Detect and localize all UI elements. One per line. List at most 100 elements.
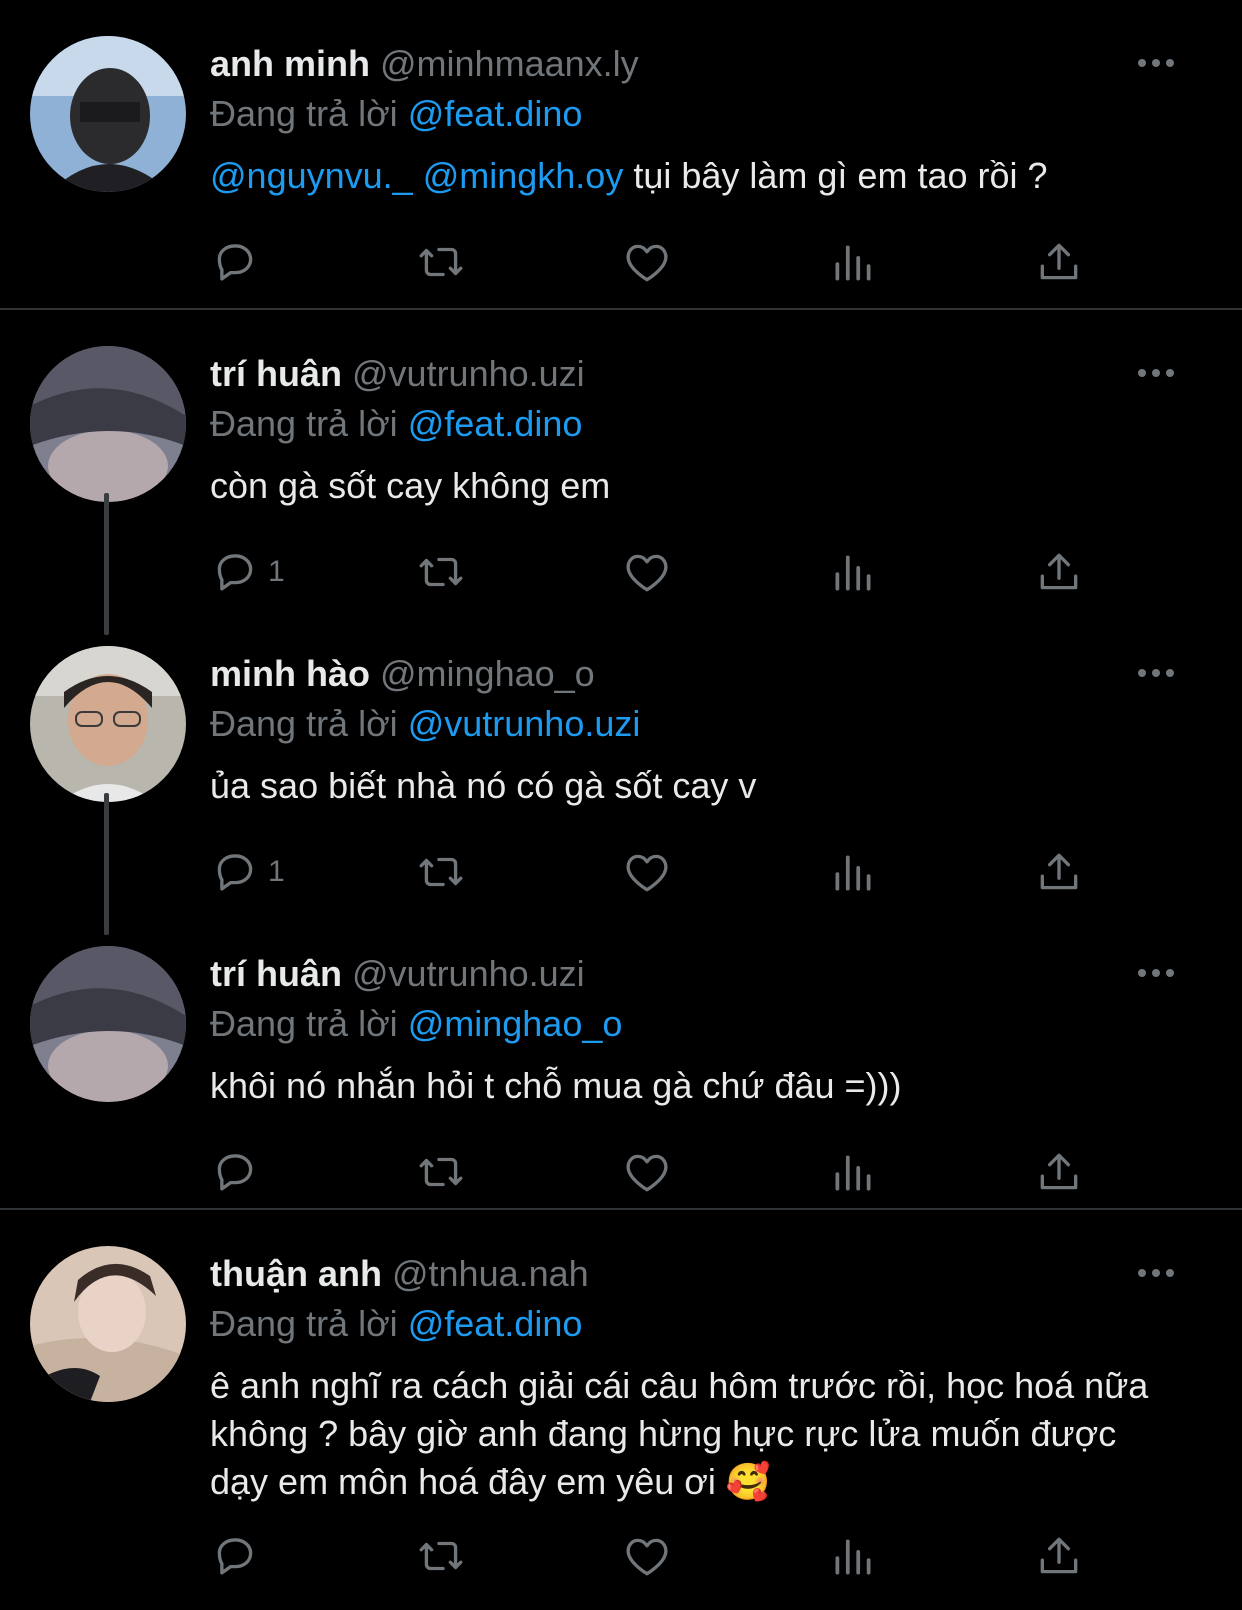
reply-button[interactable]: 1 xyxy=(210,546,285,598)
username[interactable]: @tnhua.nah xyxy=(392,1253,589,1294)
retweet-button[interactable] xyxy=(416,846,466,898)
tweet-header: trí huân @vutrunho.uzi xyxy=(210,952,585,996)
like-button[interactable] xyxy=(622,1146,672,1198)
tweet-header: minh hào @minghao_o xyxy=(210,652,595,696)
reply-to-mention[interactable]: @minghao_o xyxy=(408,1003,623,1044)
share-icon xyxy=(1040,1153,1078,1190)
tweet[interactable]: minh hào @minghao_o Đang trả lời @vutrunh… xyxy=(0,610,1242,910)
retweet-icon xyxy=(419,247,463,277)
replying-to: Đang trả lời @vutrunho.uzi xyxy=(210,702,640,746)
views-icon xyxy=(835,1155,871,1191)
tweet-body: ê anh nghĩ ra cách giải cái câu hôm trướ… xyxy=(210,1365,1149,1502)
display-name[interactable]: trí huân xyxy=(210,353,342,394)
reply-icon xyxy=(217,1538,253,1575)
reply-count: 1 xyxy=(268,555,285,588)
tweet-text: ê anh nghĩ ra cách giải cái câu hôm trướ… xyxy=(210,1362,1150,1506)
mention-link[interactable]: @mingkh.oy xyxy=(423,155,624,196)
retweet-button[interactable] xyxy=(416,1530,466,1582)
retweet-button[interactable] xyxy=(416,1146,466,1198)
tweet[interactable]: trí huân @vutrunho.uzi Đang trả lời @ming… xyxy=(0,910,1242,1210)
more-icon[interactable] xyxy=(1136,658,1176,688)
reply-feed: anh minh @minhmaanx.ly Đang trả lời @feat… xyxy=(0,0,1242,1610)
share-button[interactable] xyxy=(1034,1146,1084,1198)
more-icon[interactable] xyxy=(1136,358,1176,388)
share-icon xyxy=(1040,243,1078,280)
views-button[interactable] xyxy=(828,846,878,898)
replying-to: Đang trả lời @feat.dino xyxy=(210,92,582,136)
avatar[interactable] xyxy=(30,36,186,192)
display-name[interactable]: minh hào xyxy=(210,653,370,694)
share-button[interactable] xyxy=(1034,1530,1084,1582)
reply-to-mention[interactable]: @feat.dino xyxy=(408,403,583,444)
retweet-icon xyxy=(419,857,463,887)
reply-to-mention[interactable]: @vutrunho.uzi xyxy=(408,703,641,744)
display-name[interactable]: trí huân xyxy=(210,953,342,994)
share-button[interactable] xyxy=(1034,846,1084,898)
avatar[interactable] xyxy=(30,346,186,502)
more-icon[interactable] xyxy=(1136,1258,1176,1288)
retweet-button[interactable] xyxy=(416,546,466,598)
reply-prefix: Đang trả lời xyxy=(210,1003,398,1044)
tweet-body: còn gà sốt cay không em xyxy=(210,465,611,506)
tweet[interactable]: trí huân @vutrunho.uzi Đang trả lời @feat… xyxy=(0,310,1242,610)
tweet-text: @nguynvu._ @mingkh.oy tụi bây làm gì em … xyxy=(210,152,1150,200)
username[interactable]: @minghao_o xyxy=(380,653,595,694)
share-button[interactable] xyxy=(1034,546,1084,598)
tweet[interactable]: thuận anh @tnhua.nah Đang trả lời @feat.d… xyxy=(0,1210,1242,1610)
views-button[interactable] xyxy=(828,1530,878,1582)
replying-to: Đang trả lời @feat.dino xyxy=(210,1302,582,1346)
heart-icon xyxy=(626,244,668,282)
action-bar xyxy=(210,1530,1090,1586)
tweet-body: khôi nó nhắn hỏi t chỗ mua gà chứ đâu =)… xyxy=(210,1065,902,1106)
share-icon xyxy=(1040,553,1078,590)
retweet-button[interactable] xyxy=(416,236,466,288)
tweet-text: khôi nó nhắn hỏi t chỗ mua gà chứ đâu =)… xyxy=(210,1062,1150,1110)
reply-prefix: Đang trả lời xyxy=(210,1303,398,1344)
like-button[interactable] xyxy=(622,546,672,598)
views-button[interactable] xyxy=(828,1146,878,1198)
heart-icon xyxy=(626,554,668,592)
reply-button[interactable] xyxy=(210,1530,268,1582)
more-icon[interactable] xyxy=(1136,48,1176,78)
mention-link[interactable]: @nguynvu._ xyxy=(210,155,413,196)
reply-button[interactable]: 1 xyxy=(210,846,285,898)
action-bar: 1 xyxy=(210,846,1090,902)
avatar[interactable] xyxy=(30,1246,186,1402)
reply-button[interactable] xyxy=(210,1146,268,1198)
share-button[interactable] xyxy=(1034,236,1084,288)
action-bar xyxy=(210,236,1090,292)
reply-icon xyxy=(217,244,253,281)
username[interactable]: @vutrunho.uzi xyxy=(352,953,585,994)
heart-icon xyxy=(626,1154,668,1192)
like-button[interactable] xyxy=(622,846,672,898)
username[interactable]: @vutrunho.uzi xyxy=(352,353,585,394)
views-button[interactable] xyxy=(828,236,878,288)
views-icon xyxy=(835,1539,871,1575)
views-button[interactable] xyxy=(828,546,878,598)
tweet-header: trí huân @vutrunho.uzi xyxy=(210,352,585,396)
share-icon xyxy=(1040,853,1078,890)
reply-to-mention[interactable]: @feat.dino xyxy=(408,1303,583,1344)
tweet[interactable]: anh minh @minhmaanx.ly Đang trả lời @feat… xyxy=(0,0,1242,310)
more-icon[interactable] xyxy=(1136,958,1176,988)
views-icon xyxy=(835,855,871,891)
like-button[interactable] xyxy=(622,236,672,288)
avatar[interactable] xyxy=(30,946,186,1102)
action-bar: 1 xyxy=(210,546,1090,602)
reply-button[interactable] xyxy=(210,236,268,288)
tweet-body: tụi bây làm gì em tao rồi ? xyxy=(623,155,1048,196)
reply-to-mention[interactable]: @feat.dino xyxy=(408,93,583,134)
username[interactable]: @minhmaanx.ly xyxy=(380,43,639,84)
views-icon xyxy=(835,245,871,281)
like-button[interactable] xyxy=(622,1530,672,1582)
replying-to: Đang trả lời @minghao_o xyxy=(210,1002,622,1046)
avatar[interactable] xyxy=(30,646,186,802)
views-icon xyxy=(835,555,871,591)
retweet-icon xyxy=(419,1157,463,1187)
tweet-text: ủa sao biết nhà nó có gà sốt cay v xyxy=(210,762,1150,810)
retweet-icon xyxy=(419,557,463,587)
tweet-header: anh minh @minhmaanx.ly xyxy=(210,42,639,86)
display-name[interactable]: anh minh xyxy=(210,43,370,84)
retweet-icon xyxy=(419,1541,463,1571)
display-name[interactable]: thuận anh xyxy=(210,1253,382,1294)
